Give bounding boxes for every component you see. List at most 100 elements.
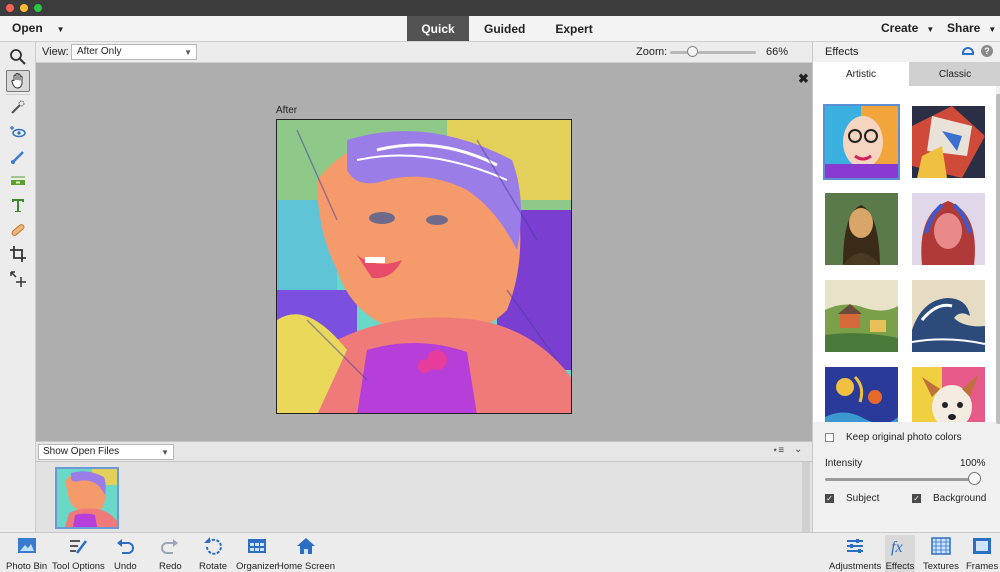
thumbnail-image <box>57 469 117 527</box>
whiten-teeth-tool[interactable] <box>6 146 30 168</box>
tab-artistic[interactable]: Artistic <box>813 62 909 86</box>
view-select-value: After Only <box>77 46 122 57</box>
home-screen-button[interactable]: Home Screen <box>277 535 335 572</box>
menu-bar: Open ▼ Quick Guided Expert Create ▼ Share ▼ <box>0 16 1000 42</box>
collapse-bin-icon[interactable]: ⌄ <box>794 444 802 455</box>
rotate-icon <box>204 537 222 555</box>
redo-label: Redo <box>159 561 182 572</box>
minimize-window-button[interactable] <box>20 4 28 12</box>
effects-scrollbar[interactable] <box>996 94 1000 424</box>
tool-options-button[interactable]: Tool Options <box>52 535 105 572</box>
share-menu-button[interactable]: Share ▼ <box>947 21 996 35</box>
textures-button[interactable]: Textures <box>923 535 959 572</box>
magnifier-icon <box>10 49 26 65</box>
chevron-down-icon: ▼ <box>56 25 65 34</box>
hand-tool[interactable] <box>6 70 30 92</box>
type-tool[interactable] <box>6 194 30 216</box>
background-checkbox[interactable]: ✓ Background <box>912 493 986 504</box>
reset-panel-icon[interactable] <box>961 44 975 61</box>
quick-selection-tool[interactable] <box>6 96 30 118</box>
open-file-thumbnail[interactable] <box>55 467 119 529</box>
red-eye-tool[interactable] <box>6 121 30 143</box>
text-icon <box>12 199 24 212</box>
adjustments-icon <box>847 539 864 553</box>
effect-thumbnail[interactable] <box>825 367 898 422</box>
tool-options-label: Tool Options <box>52 561 105 572</box>
effect-thumbnail[interactable] <box>912 367 985 422</box>
redo-button[interactable]: Redo <box>159 535 182 572</box>
textures-label: Textures <box>923 561 959 572</box>
adjustments-button[interactable]: Adjustments <box>829 535 881 572</box>
undo-button[interactable]: Undo <box>114 535 137 572</box>
intensity-slider-track[interactable] <box>825 478 975 481</box>
organizer-icon <box>247 539 266 553</box>
home-icon <box>297 538 316 554</box>
effects-button[interactable]: fx Effects <box>885 535 915 572</box>
bottom-taskbar: Photo Bin Tool Options Undo Redo Rotate … <box>0 532 1000 572</box>
photo-bin-select-value: Show Open Files <box>43 446 120 457</box>
checkmark-icon: ✓ <box>825 493 834 503</box>
intensity-slider-thumb[interactable] <box>968 472 981 485</box>
zoom-slider-thumb[interactable] <box>687 46 698 57</box>
tab-classic[interactable]: Classic <box>909 62 1000 86</box>
crop-tool[interactable] <box>6 243 30 265</box>
create-menu-button[interactable]: Create ▼ <box>881 21 934 35</box>
move-tool[interactable] <box>6 268 30 290</box>
tab-guided[interactable]: Guided <box>469 16 540 41</box>
chevron-down-icon: ▼ <box>926 25 935 34</box>
keep-original-colors-checkbox[interactable]: Keep original photo colors <box>825 432 962 443</box>
help-icon[interactable]: ? <box>981 45 993 57</box>
effects-tabs: Artistic Classic <box>813 62 1000 86</box>
organizer-label: Organizer <box>236 561 278 572</box>
keep-original-colors-label: Keep original photo colors <box>846 432 962 443</box>
level-icon <box>11 176 25 185</box>
close-document-icon[interactable]: ✖ <box>798 71 809 87</box>
zoom-tool[interactable] <box>6 46 30 68</box>
chevron-down-icon: ▼ <box>161 448 169 457</box>
hand-icon <box>11 73 23 89</box>
pop-art-photo-image <box>277 120 571 413</box>
effect-thumbnail[interactable] <box>825 280 898 352</box>
view-select[interactable]: After Only ▼ <box>71 44 197 60</box>
document-photo[interactable] <box>276 119 572 414</box>
subject-label: Subject <box>846 493 880 504</box>
frames-label: Frames <box>966 561 999 572</box>
tab-expert[interactable]: Expert <box>540 16 607 41</box>
options-bar: View: After Only ▼ Zoom: 66% <box>36 42 812 63</box>
zoom-value: 66% <box>766 46 789 58</box>
eye-icon <box>10 126 26 138</box>
tool-options-icon <box>70 540 88 554</box>
photo-bin-options-icon[interactable]: ⋆≡ <box>772 445 784 456</box>
effect-thumbnail[interactable] <box>912 106 985 178</box>
photo-bin-scrollbar[interactable] <box>802 462 810 532</box>
spot-healing-tool[interactable] <box>6 219 30 241</box>
photo-bin-select[interactable]: Show Open Files ▼ <box>38 444 174 460</box>
effect-thumbnail[interactable] <box>912 280 985 352</box>
close-window-button[interactable] <box>6 4 14 12</box>
window-titlebar <box>0 0 1000 16</box>
rotate-button[interactable]: Rotate <box>199 535 227 572</box>
zoom-window-button[interactable] <box>34 4 42 12</box>
effect-thumbnail[interactable] <box>823 104 900 180</box>
zoom-label: Zoom: <box>636 46 668 58</box>
photo-bin-icon <box>17 538 36 553</box>
checkbox-icon <box>825 433 834 442</box>
photo-bin-bar: Show Open Files ▼ ⋆≡ ⌄ <box>36 441 812 462</box>
organizer-button[interactable]: Organizer <box>236 535 278 572</box>
effect-thumbnail[interactable] <box>912 193 985 265</box>
after-label: After <box>276 105 298 116</box>
straighten-tool[interactable] <box>6 170 30 192</box>
open-menu-button[interactable]: Open ▼ <box>12 21 65 35</box>
effect-thumbnail[interactable] <box>825 193 898 265</box>
frames-button[interactable]: Frames <box>966 535 998 572</box>
zoom-slider-track[interactable] <box>670 51 756 54</box>
intensity-value: 100% <box>960 458 986 469</box>
canvas-area: ✖ After <box>36 63 812 441</box>
undo-icon <box>117 539 135 554</box>
effects-header: Effects ? <box>813 42 1000 62</box>
subject-checkbox[interactable]: ✓ Subject <box>825 493 879 504</box>
photo-bin-button[interactable]: Photo Bin <box>6 535 47 572</box>
tab-quick[interactable]: Quick <box>407 16 469 41</box>
undo-label: Undo <box>114 561 137 572</box>
mode-tabs: Quick Guided Expert <box>407 16 608 41</box>
